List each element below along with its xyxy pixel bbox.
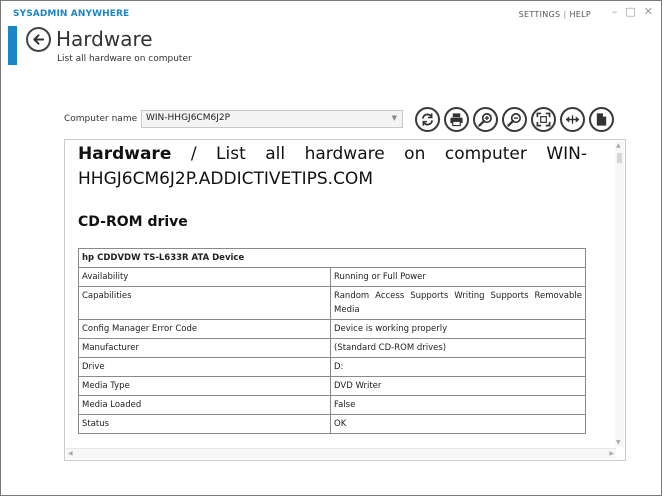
report-viewer[interactable]: Hardware / List all hardware on computer… (64, 139, 626, 461)
table-row: Drive D: (78, 357, 586, 377)
table-row: Manufacturer (Standard CD-ROM drives) (78, 338, 586, 358)
computer-name-select[interactable]: WIN-HHGJ6CM6J2P ▼ (141, 110, 403, 128)
topbar-links: SETTINGS | HELP (519, 10, 591, 19)
settings-link[interactable]: SETTINGS (519, 10, 561, 19)
back-button[interactable] (26, 27, 51, 52)
close-button[interactable]: ✕ (644, 5, 653, 18)
table-row: Config Manager Error Code Device is worki… (78, 319, 586, 339)
app-window: SYSADMIN ANYWHERE SETTINGS | HELP – □ ✕ Ha… (0, 0, 662, 496)
table-row: Availability Running or Full Power (78, 267, 586, 287)
property-name: Availability (78, 267, 331, 287)
scroll-up-icon[interactable]: ▲ (616, 142, 621, 149)
help-link[interactable]: HELP (569, 10, 591, 19)
print-button[interactable] (444, 107, 469, 132)
link-separator: | (563, 10, 567, 19)
maximize-button[interactable]: □ (625, 5, 635, 18)
computer-name-label: Computer name (64, 114, 138, 124)
property-name: Media Type (78, 376, 331, 396)
property-name: Manufacturer (78, 338, 331, 358)
report-title: Hardware / List all hardware on computer… (78, 140, 587, 192)
fit-width-button[interactable] (560, 107, 585, 132)
property-value: Running or Full Power (330, 267, 586, 287)
accent-bar (8, 26, 17, 65)
property-value: Device is working properly (330, 319, 586, 339)
report-document: Hardware / List all hardware on computer… (78, 140, 587, 434)
property-value: False (330, 395, 586, 415)
back-arrow-icon (33, 34, 45, 45)
refresh-button[interactable] (415, 107, 440, 132)
property-value: (Standard CD-ROM drives) (330, 338, 586, 358)
device-name: hp CDDVDW TS-L633R ATA Device (78, 248, 586, 268)
app-title: SYSADMIN ANYWHERE (13, 9, 130, 19)
scroll-left-icon[interactable]: ◀ (68, 450, 73, 457)
table-row: Status OK (78, 414, 586, 434)
property-name: Config Manager Error Code (78, 319, 331, 339)
page-title: Hardware (56, 27, 153, 51)
computer-name-value: WIN-HHGJ6CM6J2P (146, 113, 231, 123)
window-controls: – □ ✕ (612, 5, 653, 18)
print-icon (450, 113, 463, 127)
vertical-scrollbar[interactable]: ▲ ▼ (615, 141, 624, 447)
fit-width-icon (565, 115, 580, 124)
zoom-in-icon (478, 113, 492, 127)
section-heading: CD-ROM drive (78, 214, 188, 230)
table-row: Media Loaded False (78, 395, 586, 415)
refresh-icon (421, 113, 434, 126)
table-row: Media Type DVD Writer (78, 376, 586, 396)
fullscreen-icon (536, 112, 551, 127)
minimize-button[interactable]: – (612, 5, 618, 18)
zoom-out-button[interactable] (502, 107, 527, 132)
export-button[interactable] (589, 107, 614, 132)
property-name: Capabilities (78, 286, 331, 320)
horizontal-scrollbar[interactable]: ◀ ▶ (66, 448, 616, 459)
hardware-table: hp CDDVDW TS-L633R ATA Device Availabili… (78, 248, 586, 434)
property-name: Status (78, 414, 331, 434)
property-value: OK (330, 414, 586, 434)
zoom-out-icon (507, 113, 521, 127)
scroll-thumb[interactable] (617, 153, 622, 163)
zoom-in-button[interactable] (473, 107, 498, 132)
report-toolbar (415, 107, 614, 132)
document-icon (596, 113, 607, 126)
property-value: D: (330, 357, 586, 377)
scroll-down-icon[interactable]: ▼ (616, 439, 621, 446)
property-name: Media Loaded (78, 395, 331, 415)
table-header-row: hp CDDVDW TS-L633R ATA Device (78, 248, 586, 268)
scroll-right-icon[interactable]: ▶ (609, 450, 614, 457)
chevron-down-icon: ▼ (391, 114, 397, 122)
table-row: Capabilities Random Access Supports Writi… (78, 286, 586, 320)
property-name: Drive (78, 357, 331, 377)
report-title-bold: Hardware (78, 144, 172, 164)
property-value: DVD Writer (330, 376, 586, 396)
property-value: Random Access Supports Writing Supports … (330, 286, 586, 320)
fullscreen-button[interactable] (531, 107, 556, 132)
page-subtitle: List all hardware on computer (57, 54, 192, 64)
